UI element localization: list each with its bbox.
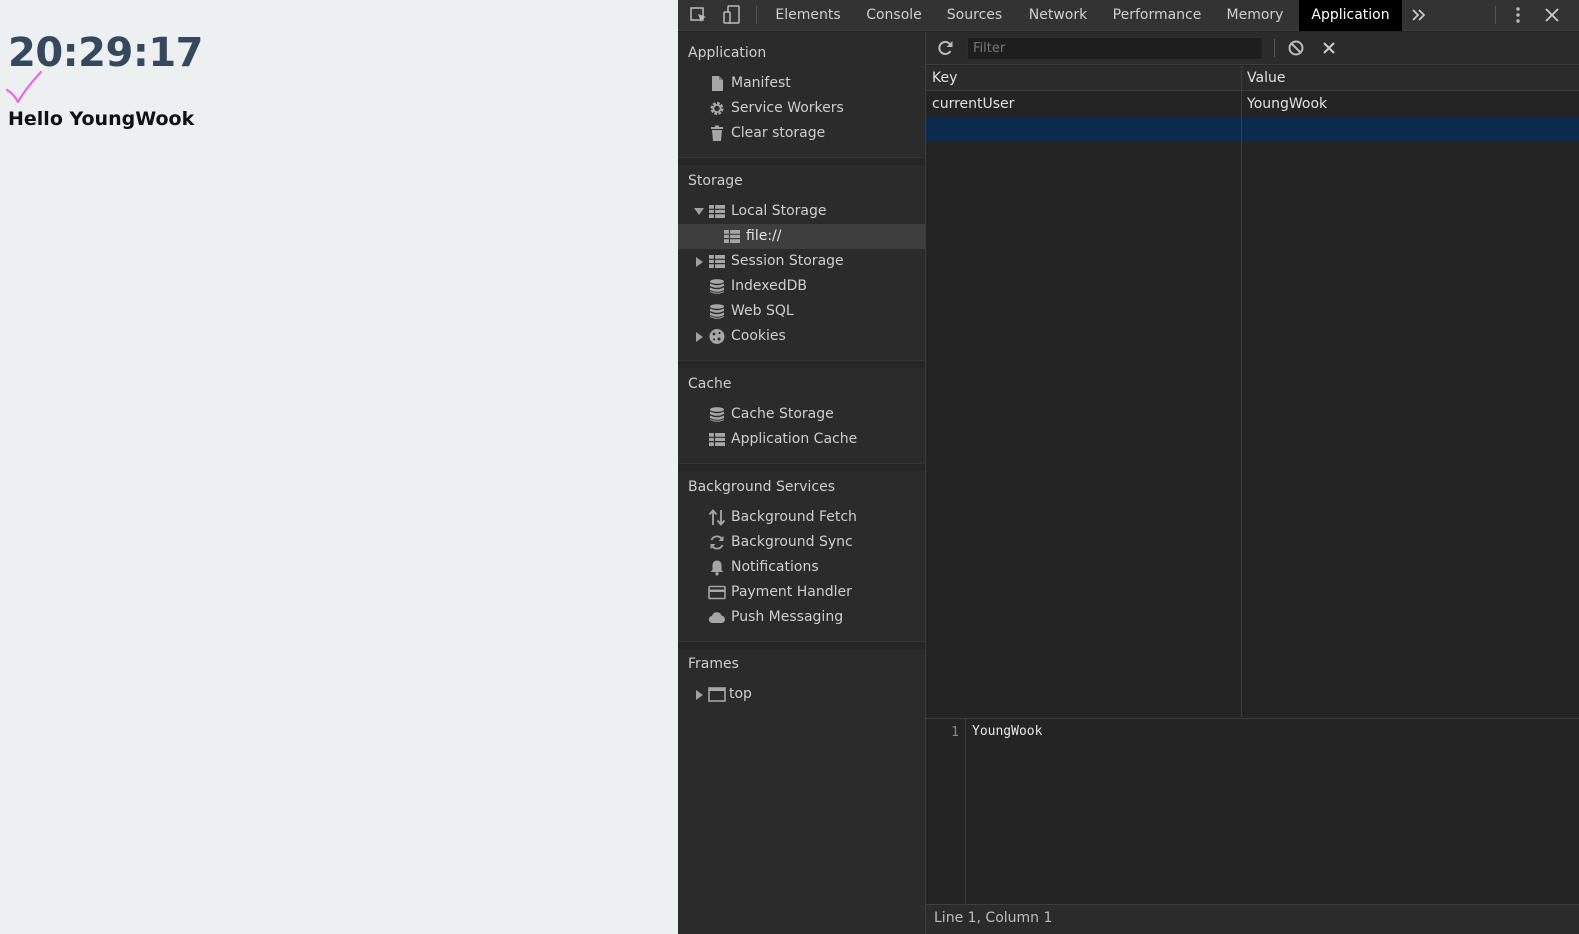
line-number-gutter: 1 bbox=[926, 719, 966, 932]
sync-icon bbox=[710, 535, 724, 550]
kebab-menu-icon[interactable] bbox=[1507, 4, 1529, 26]
tab-performance[interactable]: Performance bbox=[1103, 0, 1211, 31]
section-title-cache: Cache bbox=[688, 376, 732, 392]
storage-table: Key Value currentUser YoungWook bbox=[926, 66, 1579, 717]
tab-network[interactable]: Network bbox=[1015, 0, 1101, 31]
sidebar-item-cookies[interactable]: Cookies bbox=[678, 324, 925, 349]
frame-icon bbox=[708, 687, 726, 702]
storage-main-panel: Key Value currentUser YoungWook 1 YoungW… bbox=[926, 32, 1579, 934]
sidebar-item-file-origin[interactable]: file:// bbox=[678, 224, 925, 249]
delete-selected-icon[interactable] bbox=[1319, 38, 1339, 58]
web-page: 20:29:17 Hello YoungWook bbox=[0, 0, 678, 934]
tab-sources[interactable]: Sources bbox=[936, 0, 1013, 31]
database-icon bbox=[710, 407, 724, 422]
section-title-application: Application bbox=[688, 45, 767, 61]
tab-elements[interactable]: Elements bbox=[764, 0, 852, 31]
section-title-background-services: Background Services bbox=[688, 479, 836, 495]
application-sidebar: Application Manifest Service Workers Cle… bbox=[678, 32, 926, 934]
cookie-icon bbox=[709, 329, 725, 344]
table-icon bbox=[709, 433, 725, 446]
table-icon bbox=[709, 255, 725, 268]
sidebar-item-application-cache[interactable]: Application Cache bbox=[678, 427, 925, 452]
collapse-arrow-icon[interactable] bbox=[696, 332, 703, 342]
more-tabs-icon[interactable] bbox=[1408, 4, 1430, 26]
sidebar-item-web-sql[interactable]: Web SQL bbox=[678, 299, 925, 324]
close-devtools-icon[interactable] bbox=[1541, 4, 1563, 26]
inspect-element-icon[interactable] bbox=[688, 4, 710, 26]
sidebar-item-local-storage[interactable]: Local Storage bbox=[678, 199, 925, 224]
sidebar-item-payment-handler[interactable]: Payment Handler bbox=[678, 580, 925, 605]
sidebar-item-service-workers[interactable]: Service Workers bbox=[678, 96, 925, 121]
value-preview-editor[interactable]: 1 YoungWook bbox=[926, 718, 1579, 932]
column-header-value[interactable]: Value bbox=[1247, 66, 1285, 91]
trash-icon bbox=[711, 125, 723, 141]
cell-key[interactable]: currentUser bbox=[932, 92, 1014, 116]
file-icon bbox=[712, 76, 723, 91]
cloud-icon bbox=[708, 612, 725, 624]
sidebar-item-indexeddb[interactable]: IndexedDB bbox=[678, 274, 925, 299]
card-icon bbox=[708, 585, 726, 600]
tab-application[interactable]: Application bbox=[1299, 0, 1402, 31]
sidebar-item-cache-storage[interactable]: Cache Storage bbox=[678, 402, 925, 427]
tab-memory[interactable]: Memory bbox=[1213, 0, 1297, 31]
table-row-new-entry[interactable] bbox=[926, 117, 1579, 141]
devtools-panel: Elements Console Sources Network Perform… bbox=[678, 0, 1579, 934]
refresh-icon[interactable] bbox=[936, 38, 956, 58]
database-icon bbox=[710, 279, 724, 294]
status-bar: Line 1, Column 1 bbox=[926, 904, 1579, 934]
devtools-tabbar: Elements Console Sources Network Perform… bbox=[678, 0, 1579, 31]
table-icon bbox=[709, 205, 725, 218]
expand-arrow-icon[interactable] bbox=[694, 208, 704, 215]
sidebar-item-manifest[interactable]: Manifest bbox=[678, 71, 925, 96]
sidebar-item-background-fetch[interactable]: Background Fetch bbox=[678, 505, 925, 530]
tab-console[interactable]: Console bbox=[854, 0, 934, 31]
checkmark-drawing bbox=[5, 70, 43, 104]
sidebar-item-session-storage[interactable]: Session Storage bbox=[678, 249, 925, 274]
sidebar-item-notifications[interactable]: Notifications bbox=[678, 555, 925, 580]
section-title-storage: Storage bbox=[688, 173, 743, 189]
table-row[interactable]: currentUser YoungWook bbox=[926, 92, 1579, 116]
collapse-arrow-icon[interactable] bbox=[696, 690, 703, 700]
column-header-key[interactable]: Key bbox=[932, 66, 957, 91]
storage-toolbar bbox=[926, 32, 1579, 65]
collapse-arrow-icon[interactable] bbox=[696, 257, 703, 267]
table-icon bbox=[724, 230, 740, 243]
filter-input[interactable] bbox=[967, 37, 1263, 60]
line-number: 1 bbox=[951, 725, 959, 740]
table-header: Key Value bbox=[926, 66, 1579, 91]
sidebar-item-push-messaging[interactable]: Push Messaging bbox=[678, 605, 925, 630]
section-title-frames: Frames bbox=[688, 656, 739, 672]
sidebar-item-frame-top[interactable]: top bbox=[678, 682, 925, 707]
up-down-arrows-icon bbox=[708, 509, 726, 526]
clear-all-icon[interactable] bbox=[1286, 38, 1306, 58]
database-icon bbox=[710, 304, 724, 319]
sidebar-item-clear-storage[interactable]: Clear storage bbox=[678, 121, 925, 146]
cell-value[interactable]: YoungWook bbox=[1247, 92, 1327, 116]
sidebar-item-background-sync[interactable]: Background Sync bbox=[678, 530, 925, 555]
greeting-text: Hello YoungWook bbox=[8, 108, 195, 130]
editor-content[interactable]: YoungWook bbox=[972, 724, 1042, 739]
bell-icon bbox=[710, 560, 724, 576]
device-toolbar-icon[interactable] bbox=[721, 4, 743, 26]
gear-icon bbox=[710, 102, 724, 115]
